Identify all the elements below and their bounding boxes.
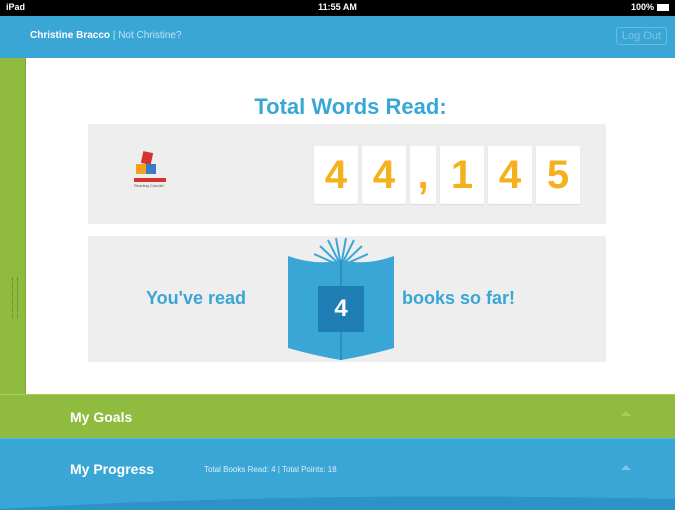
clock: 11:55 AM: [318, 2, 357, 12]
logout-button[interactable]: Log Out: [615, 27, 667, 45]
counter-digit: 4: [362, 146, 406, 204]
progress-wave-decoration: [0, 496, 675, 510]
app-window: Christine Bracco | Not Christine? Log Ou…: [0, 16, 675, 510]
logo-text: Reading Counts!: [134, 183, 164, 188]
counter-digit: 4: [314, 146, 358, 204]
reading-counts-logo: Reading Counts!: [134, 151, 168, 192]
top-header: Christine Bracco | Not Christine? Log Ou…: [0, 16, 675, 58]
my-progress-section[interactable]: My Progress Total Books Read: 4 | Total …: [0, 438, 675, 510]
not-user-link[interactable]: | Not Christine?: [113, 30, 182, 41]
open-book-icon: 4: [286, 236, 396, 362]
counter-digit: 5: [536, 146, 580, 204]
my-goals-label: My Goals: [70, 409, 133, 425]
books-read-card: You've read 4 books so far!: [88, 236, 606, 362]
words-counter: 4 4 , 1 4 5: [314, 146, 580, 204]
battery-status: 100%: [631, 2, 669, 12]
my-progress-label: My Progress: [70, 461, 155, 477]
books-suffix-text: books so far!: [402, 288, 516, 308]
chevron-up-icon[interactable]: [621, 465, 631, 470]
user-info: Christine Bracco | Not Christine?: [30, 30, 182, 41]
counter-separator: ,: [410, 146, 436, 204]
main-content: Total Words Read: Reading Counts! 4 4 , …: [26, 58, 675, 396]
drag-handle-icon[interactable]: [12, 278, 18, 318]
counter-digit: 4: [488, 146, 532, 204]
chevron-up-icon[interactable]: [621, 411, 631, 416]
books-prefix-text: You've read: [146, 288, 246, 308]
my-goals-section[interactable]: My Goals: [0, 394, 675, 438]
counter-digit: 1: [440, 146, 484, 204]
user-name: Christine Bracco: [30, 30, 111, 41]
words-read-card: Reading Counts! 4 4 , 1 4 5: [88, 124, 606, 224]
battery-percent: 100%: [630, 2, 654, 12]
books-count: 4: [318, 286, 364, 332]
battery-icon: [657, 3, 669, 11]
page-title: Total Words Read:: [254, 94, 447, 119]
progress-stats: Total Books Read: 4 | Total Points: 18: [204, 465, 337, 474]
status-bar: iPad 11:55 AM 100%: [0, 0, 675, 16]
